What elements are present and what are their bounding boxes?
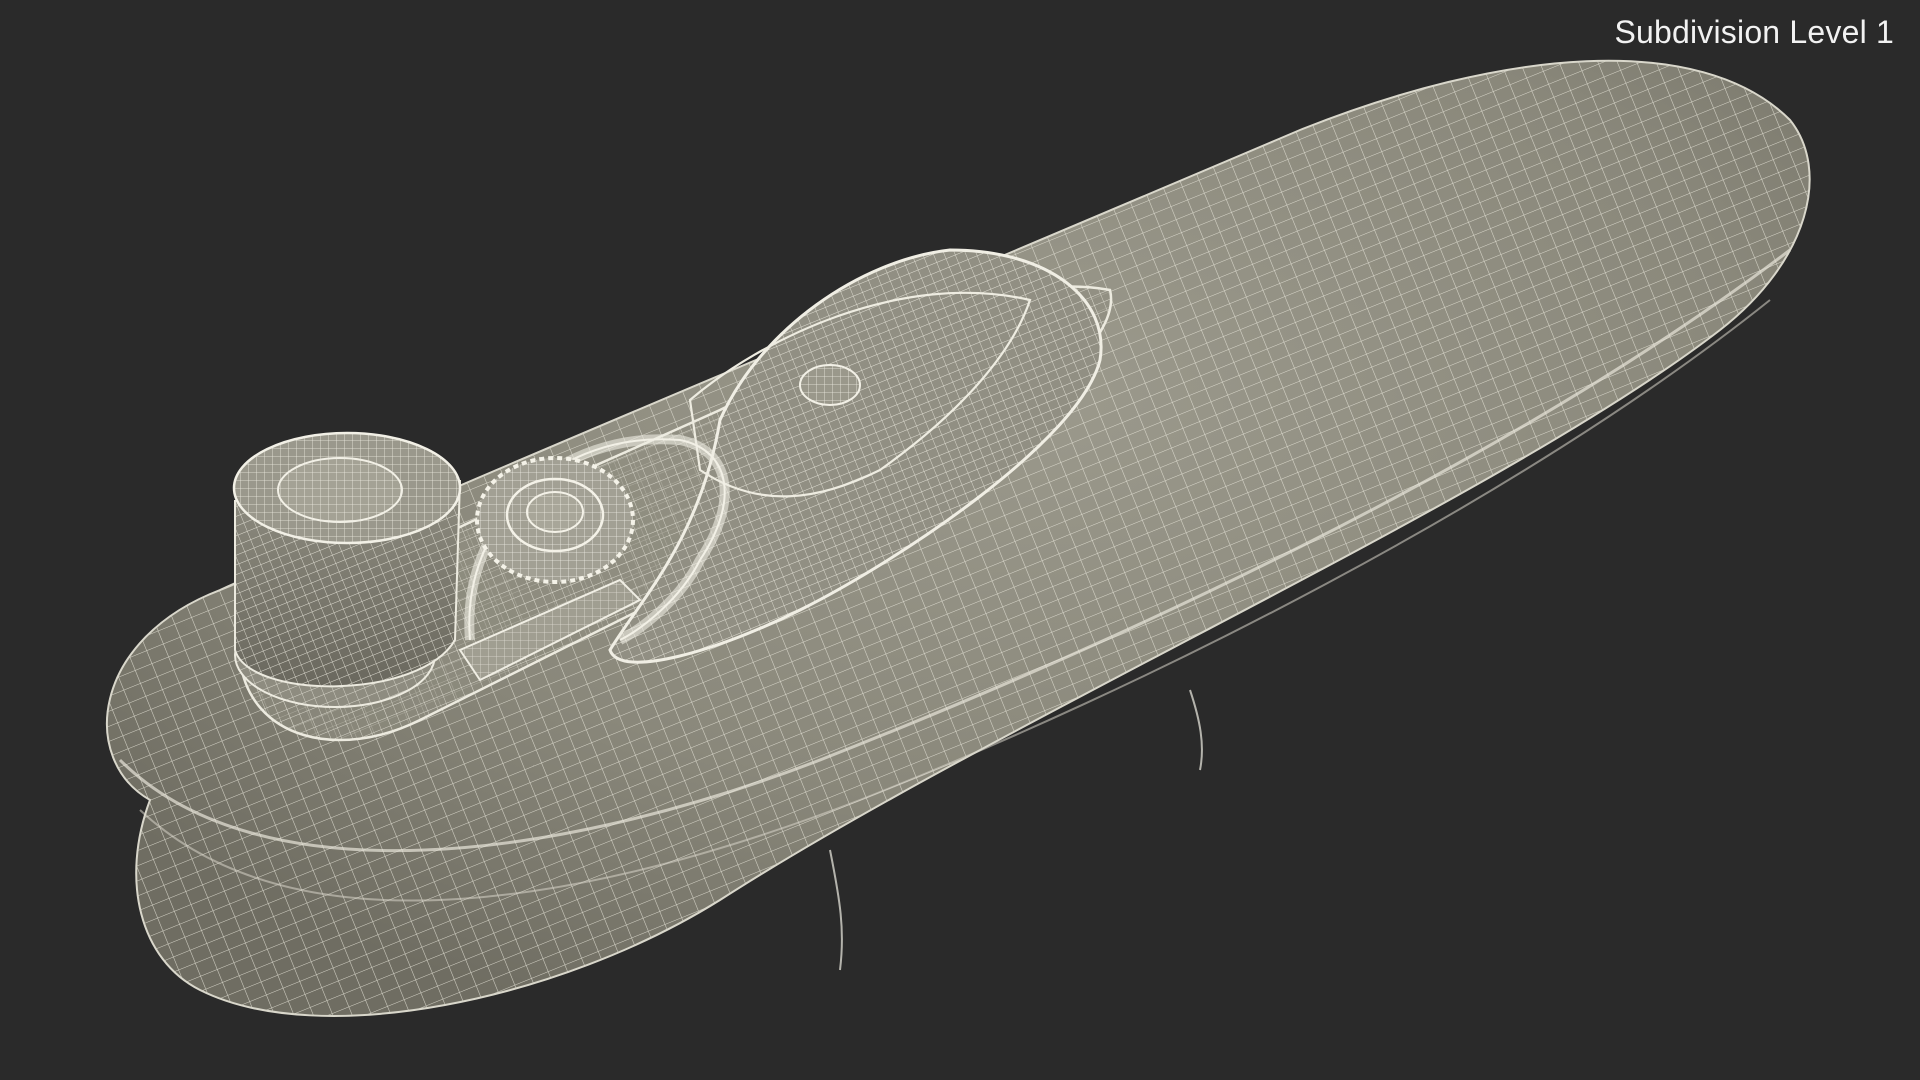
wireframe-model xyxy=(106,59,1811,1017)
subdivision-level-label: Subdivision Level 1 xyxy=(1614,14,1894,50)
3d-viewport: Subdivision Level 1 xyxy=(0,0,1920,1080)
cylinder-knob xyxy=(232,431,462,708)
center-button xyxy=(799,364,861,406)
gear-dial xyxy=(475,456,635,584)
